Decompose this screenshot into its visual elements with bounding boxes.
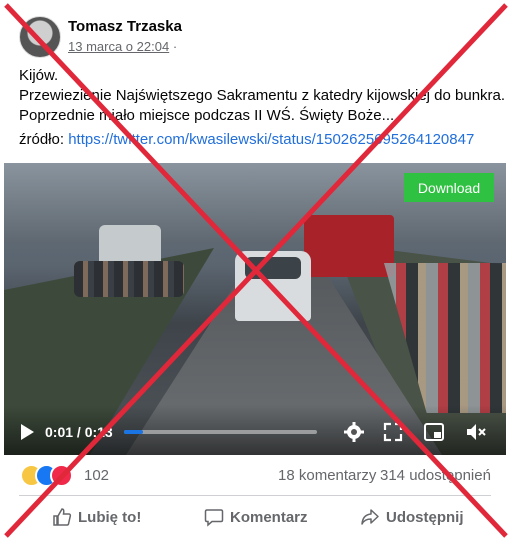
post-text: Kijów. Przewiezienie Najświętszego Sakra… <box>19 66 506 126</box>
share-icon <box>361 509 379 525</box>
love-reaction-icon <box>50 464 73 487</box>
like-button[interactable]: Lubię to! <box>52 502 141 532</box>
picture-in-picture-icon[interactable] <box>423 421 445 443</box>
author-avatar[interactable] <box>19 16 61 58</box>
share-button-label: Udostępnij <box>386 508 464 526</box>
source-line: źródło: https://twitter.com/kwasilewski/… <box>19 131 474 148</box>
download-button[interactable]: Download <box>404 173 494 202</box>
post-text-line: Poprzednie miało miejsce podczas II WŚ. … <box>19 107 395 124</box>
author-name[interactable]: Tomasz Trzaska <box>68 18 182 35</box>
post-text-line: Przewiezienie Najświętszego Sakramentu z… <box>19 87 506 104</box>
privacy-separator: · <box>172 39 178 54</box>
divider <box>19 495 491 496</box>
post-date-link[interactable]: 13 marca o 22:04 <box>68 39 169 54</box>
video-progress-fill <box>124 430 144 434</box>
source-link[interactable]: https://twitter.com/kwasilewski/status/1… <box>68 131 474 148</box>
comment-count[interactable]: 18 komentarzy <box>278 467 376 484</box>
facebook-post: Tomasz Trzaska 13 marca o 22:04 · Kijów.… <box>0 0 510 539</box>
like-button-label: Lubię to! <box>78 508 142 526</box>
post-text-line: Kijów. <box>19 67 59 84</box>
thumbs-up-icon <box>53 508 72 526</box>
video-time-readout: 0:01 / 0:13 <box>45 424 113 440</box>
reaction-icons[interactable] <box>20 464 80 487</box>
settings-icon[interactable] <box>343 421 365 443</box>
video-scene-people-left <box>74 261 184 297</box>
comment-icon <box>204 509 224 527</box>
play-icon[interactable] <box>18 423 36 441</box>
fullscreen-icon[interactable] <box>382 421 404 443</box>
comment-button[interactable]: Komentarz <box>204 502 308 532</box>
share-count[interactable]: 314 udostępnień <box>380 467 491 484</box>
volume-muted-icon[interactable] <box>465 421 487 443</box>
video-progress-track[interactable] <box>124 430 317 434</box>
video-scene-van <box>304 215 394 277</box>
video-scene-car-window <box>245 257 301 279</box>
comment-button-label: Komentarz <box>230 508 308 526</box>
post-timestamp: 13 marca o 22:04 · <box>68 39 177 54</box>
share-button[interactable]: Udostępnij <box>360 502 464 532</box>
source-label: źródło: <box>19 131 65 148</box>
reaction-count[interactable]: 102 <box>84 467 109 484</box>
